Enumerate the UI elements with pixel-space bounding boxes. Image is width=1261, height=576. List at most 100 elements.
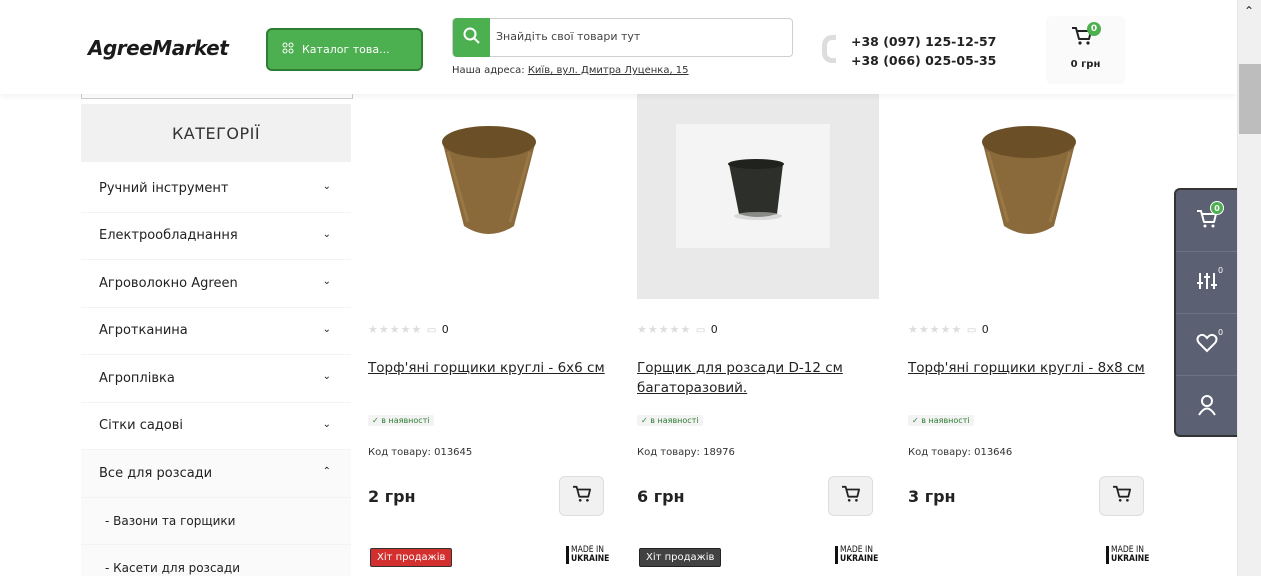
comment-icon: ▭ <box>426 325 438 336</box>
stock-badge: ✓ в наявності <box>368 415 434 426</box>
category-item[interactable]: Агроволокно Agreen ⌄ <box>81 260 351 308</box>
category-item[interactable]: Агротканина ⌄ <box>81 308 351 355</box>
rating: ★★★★★ ▭ 0 <box>637 323 718 336</box>
float-wishlist-button[interactable]: 0 <box>1176 314 1237 376</box>
category-label: Агроплівка <box>99 370 175 386</box>
made-in-ukraine-badge: MADE IN UKRAINE <box>1106 546 1149 564</box>
rating: ★★★★★ ▭ 0 <box>908 323 989 336</box>
user-icon <box>1197 394 1217 420</box>
bestseller-badge: Хіт продажів <box>639 548 722 567</box>
made-country-text: UKRAINE <box>571 554 610 564</box>
chevron-up-icon[interactable]: ⌃ <box>323 466 331 477</box>
search-button[interactable] <box>453 18 490 57</box>
cart-total: 0 грн <box>1070 59 1101 70</box>
site-header: AgreeMarket Каталог това... Наша адреса:… <box>0 0 1237 94</box>
rating-stars[interactable]: ★★★★★ <box>368 323 422 336</box>
phone-1[interactable]: +38 (097) 125-12-57 <box>851 32 996 51</box>
float-compare-count: 0 <box>1218 266 1224 275</box>
made-country-text: UKRAINE <box>1111 554 1150 564</box>
category-item[interactable]: Електрообладнання ⌄ <box>81 213 351 260</box>
bestseller-badge: Хіт продажів <box>370 548 453 567</box>
product-code: Код товару: 18976 <box>637 447 735 458</box>
review-count: 0 <box>981 323 989 336</box>
chevron-down-icon[interactable]: ⌄ <box>323 419 331 430</box>
product-title[interactable]: Горщик для розсади D-12 см багаторазовий… <box>637 358 877 398</box>
product-image[interactable] <box>908 94 1150 299</box>
catalog-label: Каталог това... <box>302 43 390 56</box>
categories-title: КАТЕГОРІЇ <box>81 104 351 162</box>
category-label: Все для розсади <box>99 465 213 481</box>
page-scrollbar[interactable]: ⌃ <box>1237 0 1261 576</box>
product-price: 6 грн <box>637 487 685 506</box>
float-wishlist-count: 0 <box>1218 328 1224 337</box>
category-item-expanded[interactable]: Все для розсади ⌃ <box>81 450 351 498</box>
made-in-ukraine-badge: MADE IN UKRAINE <box>566 546 609 564</box>
made-in-ukraine-badge: MADE IN UKRAINE <box>835 546 878 564</box>
category-label: Агроволокно Agreen <box>99 275 238 291</box>
page: AgreeMarket Каталог това... Наша адреса:… <box>0 0 1261 576</box>
category-item[interactable]: Сітки садові ⌄ <box>81 403 351 450</box>
product-image[interactable] <box>368 94 610 299</box>
float-compare-button[interactable]: 0 <box>1176 252 1237 314</box>
float-cart-button[interactable]: 0 <box>1176 190 1237 252</box>
add-to-cart-button[interactable] <box>828 476 873 516</box>
float-account-button[interactable] <box>1176 376 1237 438</box>
category-label: Агротканина <box>99 323 188 339</box>
scroll-up-arrow-icon[interactable]: ⌃ <box>1244 4 1254 18</box>
cart-icon <box>572 485 592 507</box>
product-title[interactable]: Торф'яні горщики круглі - 8х8 см <box>908 358 1148 378</box>
category-label: Ручний інструмент <box>99 180 229 196</box>
phone-2[interactable]: +38 (066) 025-05-35 <box>851 51 996 70</box>
stock-badge: ✓ в наявності <box>637 415 703 426</box>
catalog-button[interactable]: Каталог това... <box>266 28 423 71</box>
product-card: ★★★★★ ▭ 0 Горщик для розсади D-12 см баг… <box>623 94 893 567</box>
add-to-cart-button[interactable] <box>1099 476 1144 516</box>
product-card: ★★★★★ ▭ 0 Торф'яні горщики круглі - 6х6 … <box>354 94 624 567</box>
rating: ★★★★★ ▭ 0 <box>368 323 449 336</box>
rating-stars[interactable]: ★★★★★ <box>637 323 691 336</box>
category-label: Електрообладнання <box>99 228 238 244</box>
chevron-down-icon[interactable]: ⌄ <box>323 181 331 192</box>
rating-stars[interactable]: ★★★★★ <box>908 323 962 336</box>
category-item[interactable]: Ручний інструмент ⌄ <box>81 165 351 213</box>
header-cart[interactable]: 0 0 грн <box>1046 16 1125 84</box>
comment-icon: ▭ <box>966 325 978 336</box>
address-prefix: Наша адреса: <box>452 65 528 76</box>
product-price: 3 грн <box>908 487 956 506</box>
phone-numbers: +38 (097) 125-12-57 +38 (066) 025-05-35 <box>851 32 996 70</box>
product-price: 2 грн <box>368 487 416 506</box>
address: Наша адреса: Київ, вул. Дмитра Луценка, … <box>452 65 689 76</box>
compare-icon <box>1196 270 1218 296</box>
cart-count-badge: 0 <box>1087 22 1101 36</box>
review-count: 0 <box>710 323 718 336</box>
stock-badge: ✓ в наявності <box>908 415 974 426</box>
logo[interactable]: AgreeMarket <box>88 36 229 60</box>
scroll-thumb[interactable] <box>1239 64 1261 134</box>
chevron-down-icon[interactable]: ⌄ <box>323 371 331 382</box>
search-box <box>452 18 793 57</box>
chevron-down-icon[interactable]: ⌄ <box>323 229 331 240</box>
phone-icon <box>822 35 836 63</box>
address-link[interactable]: Київ, вул. Дмитра Луценка, 15 <box>528 65 689 76</box>
add-to-cart-button[interactable] <box>559 476 604 516</box>
search-input[interactable] <box>496 30 776 43</box>
product-title[interactable]: Торф'яні горщики круглі - 6х6 см <box>368 358 608 378</box>
heart-icon <box>1196 333 1218 357</box>
subcategory-item[interactable]: - Вазони та горщики <box>81 497 351 545</box>
subcategory-item[interactable]: - Касети для розсади <box>81 544 351 576</box>
comment-icon: ▭ <box>695 325 707 336</box>
product-card: ★★★★★ ▭ 0 Торф'яні горщики круглі - 8х8 … <box>894 94 1164 564</box>
chevron-down-icon[interactable]: ⌄ <box>323 324 331 335</box>
float-cart-badge: 0 <box>1210 201 1224 215</box>
chevron-down-icon[interactable]: ⌄ <box>323 276 331 287</box>
category-list: Ручний інструмент ⌄ Електрообладнання ⌄ Аг… <box>81 165 351 576</box>
grid-icon <box>282 42 294 58</box>
product-code: Код товару: 013646 <box>908 447 1013 458</box>
cart-icon <box>841 485 861 507</box>
review-count: 0 <box>441 323 449 336</box>
product-image[interactable] <box>637 94 879 299</box>
category-item[interactable]: Агроплівка ⌄ <box>81 355 351 403</box>
category-label: Сітки садові <box>99 418 184 434</box>
category-sidebar: КАТЕГОРІЇ Ручний інструмент ⌄ Електрообла… <box>81 90 353 576</box>
floating-actions-panel: 0 0 0 <box>1174 188 1237 437</box>
